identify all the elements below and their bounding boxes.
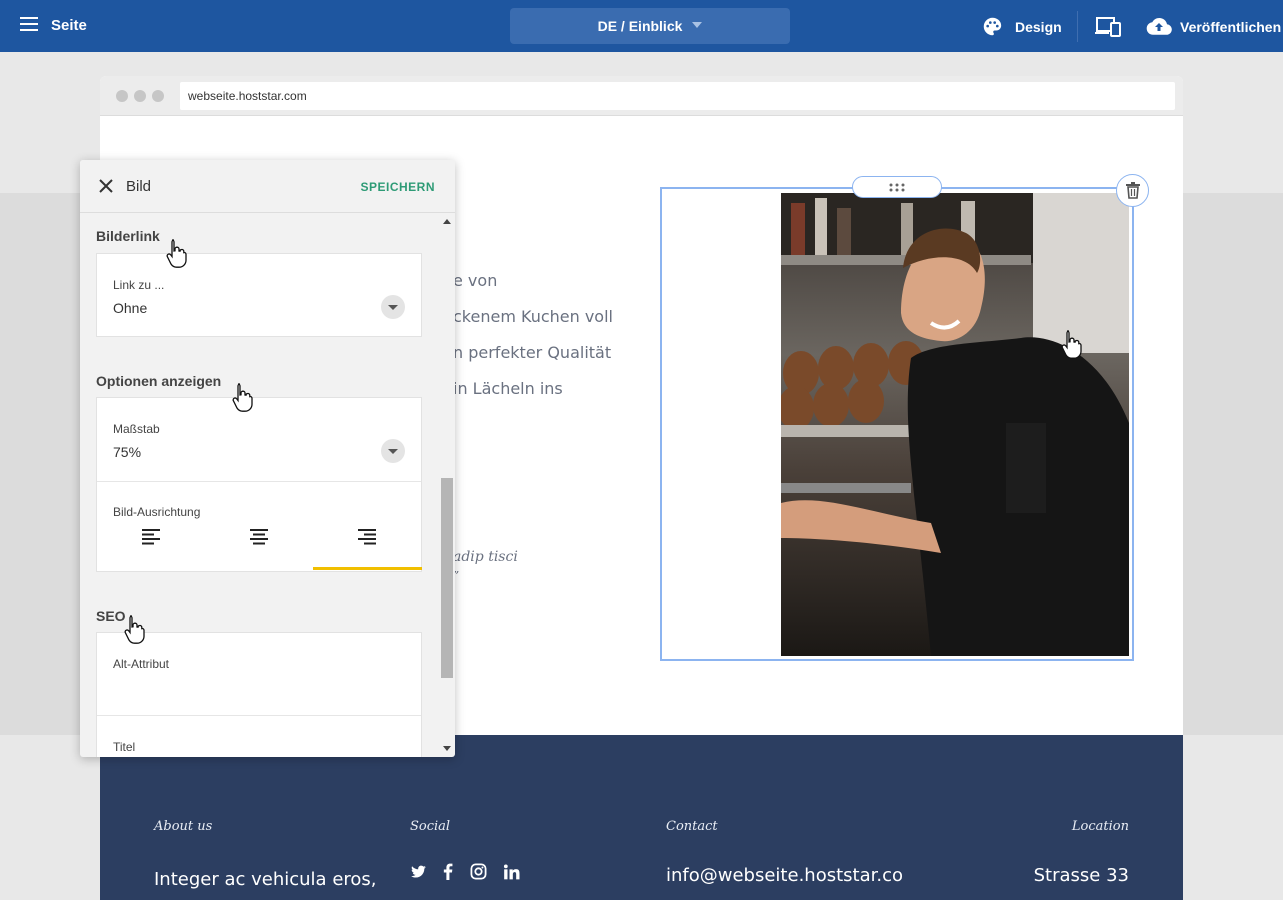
scale-label: Maßstab xyxy=(113,422,160,436)
panel-scrollbar[interactable] xyxy=(439,213,455,757)
footer-location-text: Strasse 33 xyxy=(1033,865,1129,886)
linkedin-icon[interactable] xyxy=(503,864,520,880)
language-page-label: DE / Einblick xyxy=(597,18,683,34)
alt-attribute-label: Alt-Attribut xyxy=(113,657,170,671)
scroll-thumb[interactable] xyxy=(441,478,453,678)
barista-photo[interactable] xyxy=(781,193,1129,656)
panel-header: Bild SPEICHERN xyxy=(80,160,455,213)
trash-icon xyxy=(1126,182,1140,199)
hand-cursor-icon xyxy=(124,615,145,644)
window-dot xyxy=(116,90,128,102)
site-footer: About us Integer ac vehicula eros, Socia… xyxy=(100,735,1183,900)
instagram-icon[interactable] xyxy=(470,863,487,880)
dropdown-arrow-icon[interactable] xyxy=(381,295,405,319)
link-select-card[interactable]: Link zu ... Ohne xyxy=(96,253,422,337)
page-menu-label[interactable]: Seite xyxy=(51,17,87,34)
save-button[interactable]: SPEICHERN xyxy=(360,180,435,194)
caret-down-icon xyxy=(692,22,703,29)
align-center-icon[interactable] xyxy=(250,529,268,545)
section-heading-options: Optionen anzeigen xyxy=(96,373,222,389)
hand-cursor-icon xyxy=(166,239,187,268)
cloud-upload-icon[interactable] xyxy=(1146,16,1172,36)
browser-chrome: webseite.hoststar.com xyxy=(100,76,1183,116)
quote-text: adip tisci xyxy=(453,549,518,565)
align-left-icon[interactable] xyxy=(142,529,160,545)
content-line: ckenem Kuchen voll xyxy=(453,307,613,326)
divider xyxy=(97,481,421,482)
twitter-icon[interactable] xyxy=(410,864,427,880)
link-value: Ohne xyxy=(113,300,148,316)
panel-title: Bild xyxy=(126,178,152,195)
scroll-down-arrow-icon[interactable] xyxy=(443,746,451,751)
section-heading-bilderlink: Bilderlink xyxy=(96,228,160,244)
footer-contact-email[interactable]: info@webseite.hoststar.co xyxy=(666,865,903,886)
palette-icon[interactable] xyxy=(982,16,1003,37)
design-button[interactable]: Design xyxy=(1015,19,1062,35)
delete-button[interactable] xyxy=(1116,174,1149,207)
align-right-icon[interactable] xyxy=(358,529,376,545)
content-line: n perfekter Qualität xyxy=(453,343,612,362)
seo-card: Alt-Attribut Titel xyxy=(96,632,422,757)
dropdown-arrow-icon[interactable] xyxy=(381,439,405,463)
top-bar: Seite DE / Einblick Design Veröffentlich… xyxy=(0,0,1283,52)
window-dot xyxy=(134,90,146,102)
footer-about-heading: About us xyxy=(154,819,213,834)
divider xyxy=(97,715,421,716)
drag-dots-icon xyxy=(889,183,905,192)
alignment-label: Bild-Ausrichtung xyxy=(113,505,201,519)
window-dot xyxy=(152,90,164,102)
facebook-icon[interactable] xyxy=(443,863,453,881)
url-bar: webseite.hoststar.com xyxy=(180,82,1175,110)
options-card: Maßstab 75% Bild-Ausrichtung xyxy=(96,397,422,572)
footer-location-heading: Location xyxy=(1071,819,1129,834)
title-label: Titel xyxy=(113,740,136,754)
divider xyxy=(1077,11,1078,42)
social-links xyxy=(410,863,532,881)
hand-cursor-icon xyxy=(1061,330,1082,359)
alignment-active-indicator xyxy=(313,567,422,570)
link-label: Link zu ... xyxy=(113,278,165,292)
content-line: e von xyxy=(453,271,498,290)
publish-button[interactable]: Veröffentlichen xyxy=(1180,19,1283,35)
hand-cursor-icon xyxy=(232,383,253,412)
scroll-up-arrow-icon[interactable] xyxy=(443,219,451,224)
close-icon[interactable] xyxy=(99,179,113,193)
footer-contact-heading: Contact xyxy=(666,819,718,834)
drag-handle[interactable] xyxy=(852,176,942,198)
footer-social-heading: Social xyxy=(410,819,451,834)
alt-attribute-input[interactable] xyxy=(113,677,403,707)
section-heading-seo: SEO xyxy=(96,608,126,624)
devices-icon[interactable] xyxy=(1095,16,1121,37)
content-line: in Lächeln ins xyxy=(453,379,563,398)
scale-value[interactable]: 75% xyxy=(113,444,141,460)
footer-about-text: Integer ac vehicula eros, xyxy=(154,869,377,890)
image-settings-panel: Bild SPEICHERN Bilderlink Link zu ... Oh… xyxy=(80,160,455,757)
language-page-selector[interactable]: DE / Einblick xyxy=(510,8,790,44)
hamburger-menu-icon[interactable] xyxy=(20,17,38,33)
